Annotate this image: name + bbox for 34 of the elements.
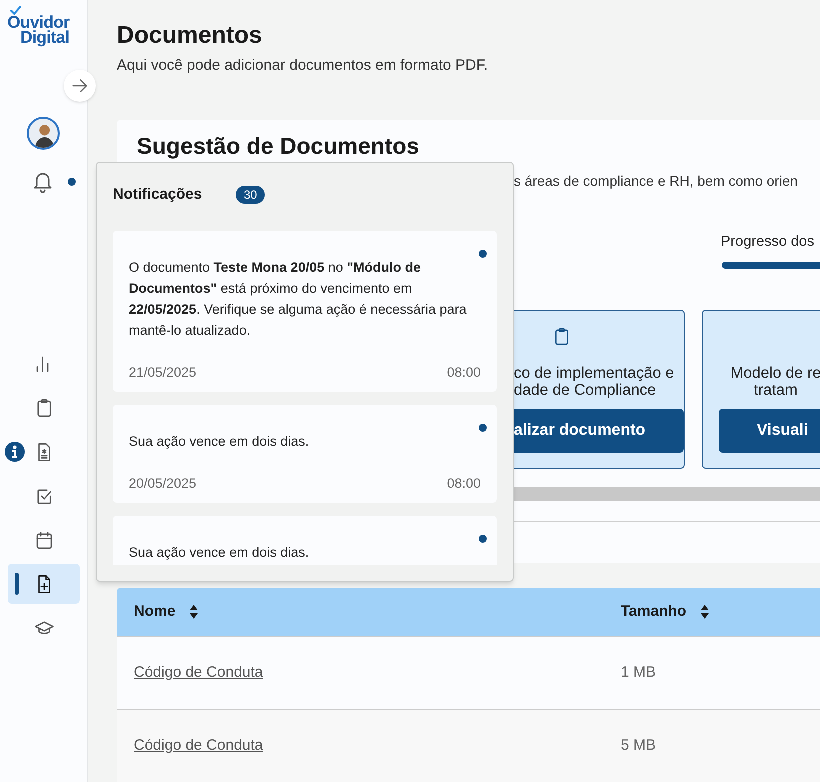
count-badge: 30	[236, 186, 266, 204]
notifications-bell-icon[interactable]	[33, 171, 53, 193]
section-title: Sugestão de Documentos	[136, 132, 420, 160]
notification-time: 08:00	[447, 475, 481, 493]
nav-item[interactable]	[8, 564, 80, 604]
notification-time: 08:00	[447, 364, 481, 382]
active-indicator	[15, 573, 19, 595]
notification-card[interactable]: Sua ação vence em dois dias. 20/05/2025 08:00	[113, 405, 497, 503]
avatar[interactable]	[27, 117, 60, 150]
table-cell: 5 MB	[621, 737, 656, 754]
page-title: Documentos	[117, 21, 264, 50]
notification-card[interactable]: Sua ação vence em dois dias.	[113, 516, 497, 565]
logo: Ouvidor Digital	[8, 15, 70, 45]
notification-text: Sua ação vence em dois dias.	[129, 433, 310, 451]
card-description: co de implementação e dade de Compliance	[513, 365, 676, 399]
column-header[interactable]: Tamanho	[621, 600, 687, 624]
page-subtitle: Aqui você pode adicionar documentos em formato PDF.	[117, 56, 490, 76]
table-cell: 1 MB	[621, 664, 656, 681]
sort-icon[interactable]	[700, 604, 709, 620]
document-link[interactable]: Código de Conduta	[134, 664, 264, 681]
column-header[interactable]: Nome	[134, 600, 176, 624]
check-icon	[10, 6, 22, 15]
notification-text: Sua ação vence em dois dias.	[129, 544, 310, 562]
document-link[interactable]: Código de Conduta	[134, 737, 264, 754]
sort-icon[interactable]	[190, 604, 198, 620]
notification-card[interactable]: O documento Teste Mona 20/05 no "Módulo de Documentos" está próximo do vencimento em 22/05/2025. Verifique se alguma ação é necessária para mantê-lo atualizado. 21/05/2025 08:00	[113, 231, 497, 392]
section-description: s áreas de compliance e RH, bem como orien	[514, 172, 798, 191]
notification-text: O documento Teste Mona 20/05 no "Módulo de Documentos" está próximo do vencimento em 22/05/2025. Verifique se alguma ação é necessária para mantê-lo atualizado.	[129, 259, 468, 340]
progress-label: Progresso dos	[721, 233, 814, 252]
view-document-button[interactable]: Visuali	[719, 409, 820, 453]
notification-date: 21/05/2025	[129, 364, 197, 382]
notification-date: 20/05/2025	[129, 475, 197, 493]
expand-arrow-button[interactable]	[64, 70, 96, 102]
popup-title: Notificações	[113, 184, 204, 205]
